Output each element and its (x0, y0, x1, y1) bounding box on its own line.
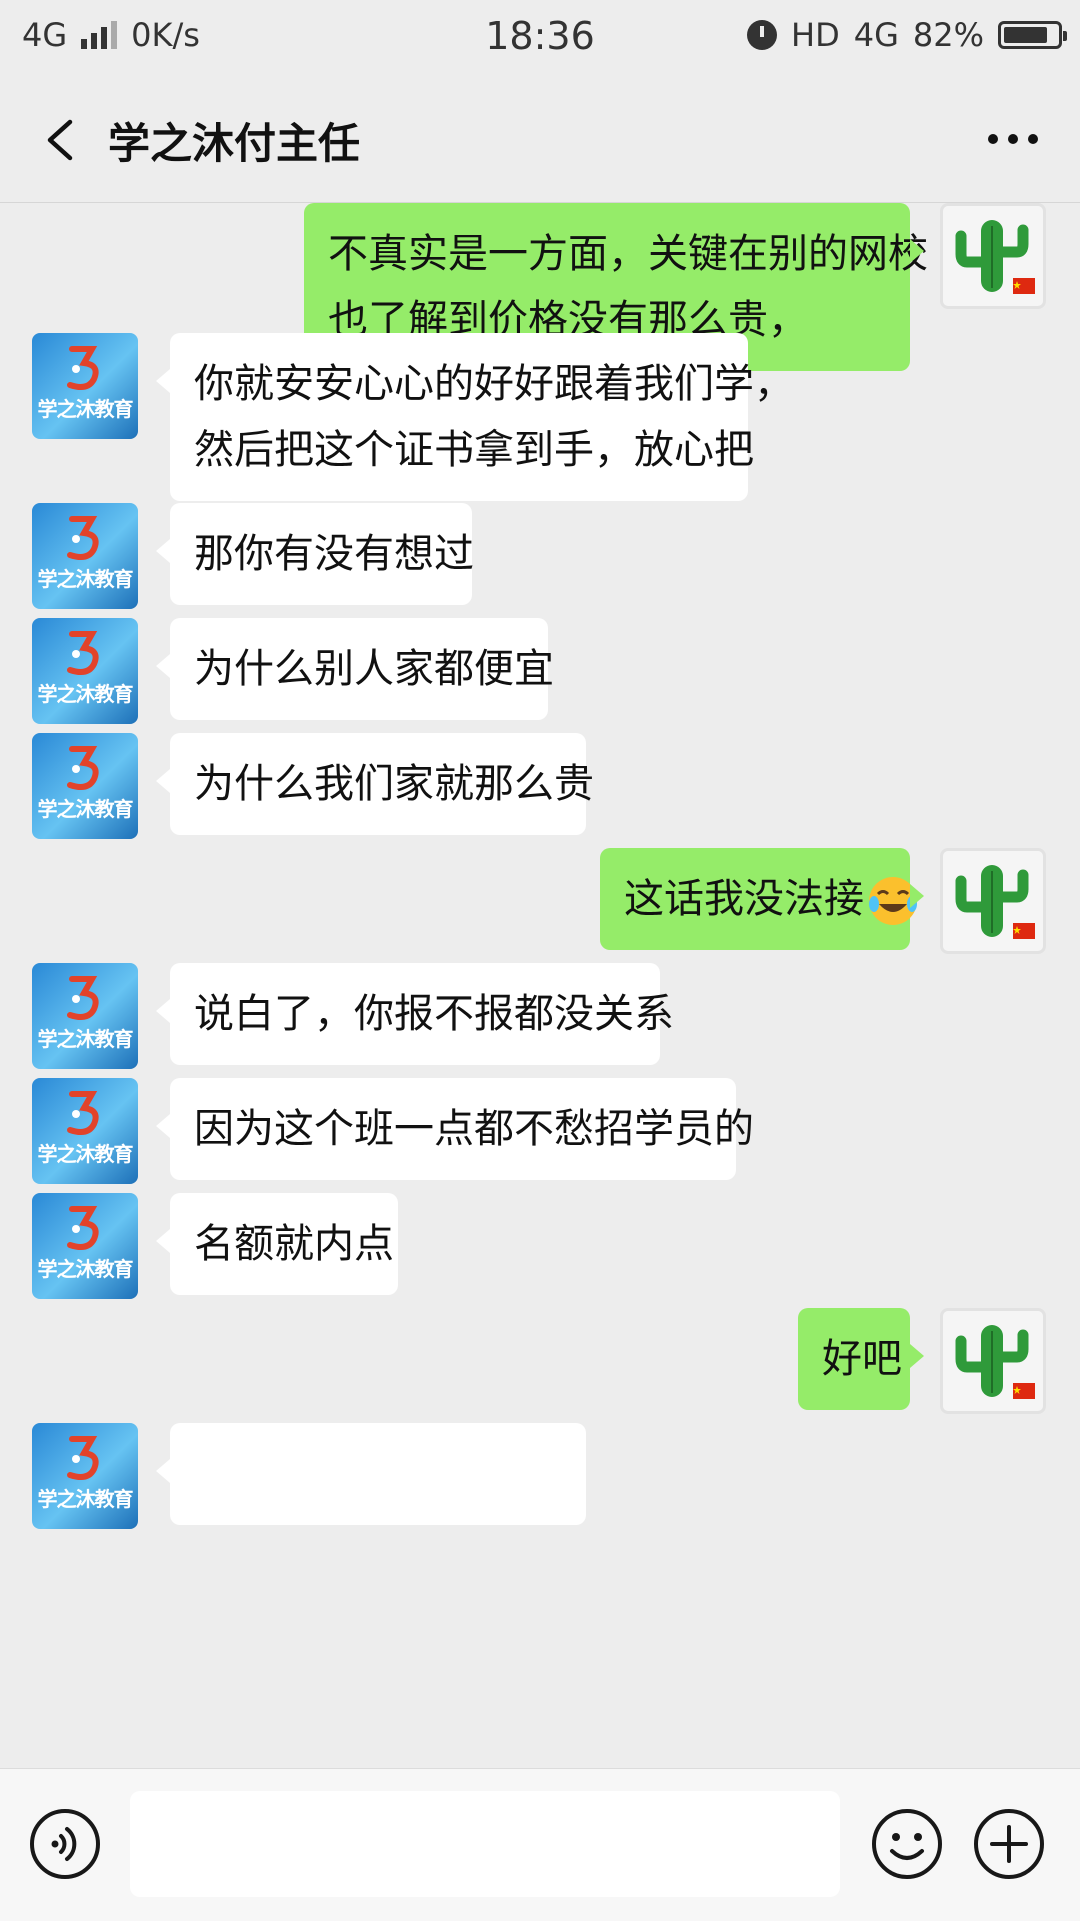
org-avatar-text: 学之沐教育 (37, 1257, 134, 1281)
org-logo-icon (67, 746, 99, 790)
status-bar: 4G 0K/s 18:36 HD 4G 82% (0, 0, 1080, 78)
org-avatar-text: 学之沐教育 (37, 1142, 134, 1166)
org-logo-icon (67, 1436, 99, 1480)
message-bubble[interactable]: 名额就内点 (156, 1193, 398, 1295)
user-avatar[interactable] (940, 203, 1046, 309)
org-avatar[interactable]: 学之沐教育 (32, 1193, 138, 1299)
status-right: HD 4G 82% (747, 16, 1067, 54)
hd-indicator: HD (791, 16, 840, 54)
org-logo-icon (67, 346, 99, 390)
voice-icon[interactable] (28, 1807, 102, 1881)
org-avatar[interactable]: 学之沐教育 (32, 1078, 138, 1184)
message-bubble[interactable]: 这话我没法接 (600, 848, 924, 950)
more-options-icon[interactable] (988, 124, 1038, 154)
org-logo-icon (67, 1091, 99, 1135)
cactus-icon (955, 220, 1035, 294)
message-text (194, 1441, 562, 1507)
org-avatar-text: 学之沐教育 (37, 682, 134, 706)
user-avatar[interactable] (940, 1308, 1046, 1414)
org-logo-icon (67, 976, 99, 1020)
org-logo-icon (67, 1206, 99, 1250)
input-bar (0, 1768, 1080, 1921)
message-text: 因为这个班一点都不愁招学员的 (194, 1106, 754, 1152)
message-list[interactable]: 不真实是一方面，关键在别的网校 也了解到价格没有那么贵， 学之沐教育 你就安安心心的好… (0, 203, 1080, 1768)
alarm-icon (747, 20, 778, 50)
smiley-icon[interactable] (870, 1807, 944, 1881)
message-input[interactable] (130, 1791, 840, 1897)
message-bubble[interactable]: 你就安安心心的好好跟着我们学， 然后把这个证书拿到手，放心把 (156, 333, 794, 501)
org-avatar[interactable]: 学之沐教育 (32, 963, 138, 1069)
org-avatar-text: 学之沐教育 (37, 567, 134, 591)
plus-circle-icon[interactable] (972, 1807, 1046, 1881)
org-avatar[interactable]: 学之沐教育 (32, 1423, 138, 1529)
message-bubble[interactable]: 好吧 (798, 1308, 924, 1410)
message-text: 为什么我们家就那么贵 (194, 761, 594, 807)
org-logo-icon (67, 516, 99, 560)
org-avatar-text: 学之沐教育 (37, 797, 134, 821)
org-avatar[interactable]: 学之沐教育 (32, 333, 138, 439)
message-text: 那你有没有想过 (194, 531, 474, 577)
message-bubble[interactable]: 为什么我们家就那么贵 (156, 733, 594, 835)
org-avatar[interactable]: 学之沐教育 (32, 503, 138, 609)
page-title: 学之沐付主任 (108, 119, 361, 168)
message-bubble[interactable]: 那你有没有想过 (156, 503, 474, 605)
message-text: 然后把这个证书拿到手，放心把 (194, 427, 754, 473)
message-text: 为什么别人家都便宜 (194, 646, 554, 692)
message-text: 你就安安心心的好好跟着我们学， (194, 361, 794, 407)
org-avatar-text: 学之沐教育 (37, 1027, 134, 1051)
battery-percent: 82% (912, 16, 984, 54)
message-text: 好吧 (822, 1336, 902, 1382)
battery-icon (998, 21, 1067, 49)
org-avatar-text: 学之沐教育 (37, 1487, 134, 1511)
message-bubble[interactable]: 为什么别人家都便宜 (156, 618, 554, 720)
org-avatar[interactable]: 学之沐教育 (32, 733, 138, 839)
chat-header: 学之沐付主任 (0, 78, 1080, 203)
cactus-icon (955, 865, 1035, 939)
message-text: 名额就内点 (194, 1221, 394, 1267)
message-bubble[interactable]: 因为这个班一点都不愁招学员的 (156, 1078, 754, 1180)
crying-laughing-emoji (869, 877, 917, 925)
message-text: 这话我没法接 (624, 866, 917, 932)
cactus-icon (955, 1325, 1035, 1399)
org-avatar-text: 学之沐教育 (37, 397, 134, 421)
message-text: 不真实是一方面，关键在别的网校 (328, 231, 928, 277)
org-avatar[interactable]: 学之沐教育 (32, 618, 138, 724)
message-text: 说白了，你报不报都没关系 (194, 991, 674, 1037)
network-type-right: 4G (853, 16, 899, 54)
user-avatar[interactable] (940, 848, 1046, 954)
message-bubble[interactable] (156, 1423, 586, 1525)
back-icon[interactable] (42, 118, 82, 162)
message-bubble[interactable]: 说白了，你报不报都没关系 (156, 963, 674, 1065)
org-logo-icon (67, 631, 99, 675)
